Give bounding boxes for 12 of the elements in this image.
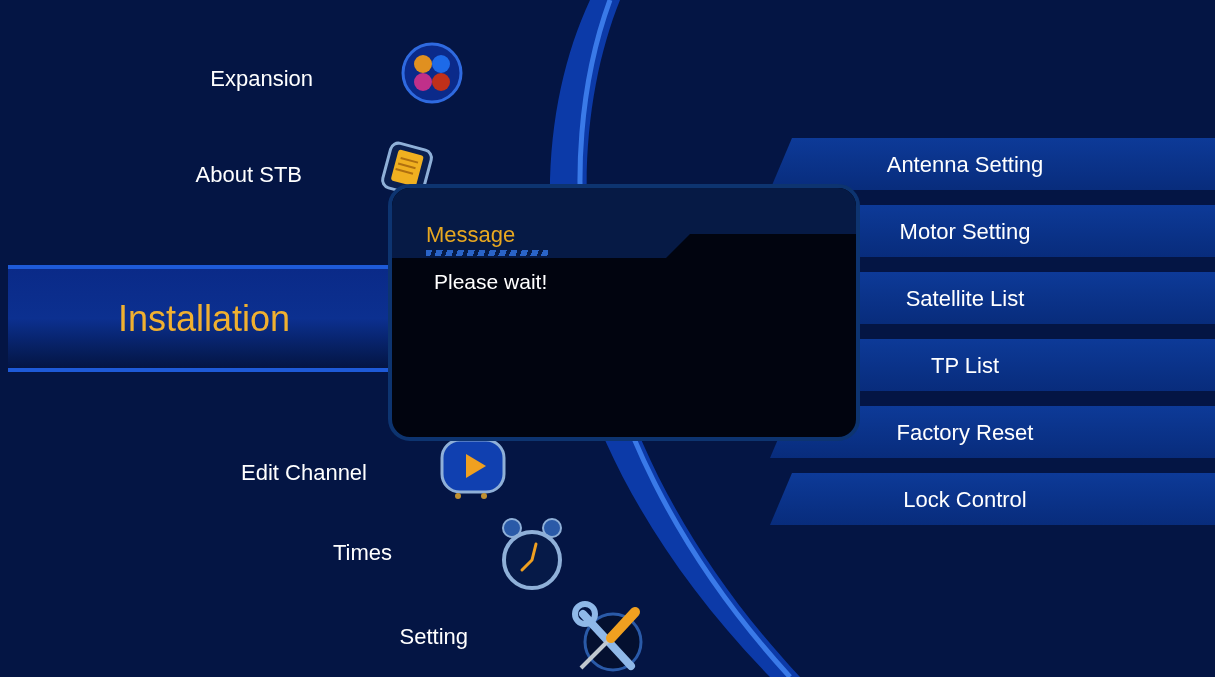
menu-label[interactable]: About STB [195, 158, 302, 191]
submenu-item[interactable]: Lock Control [770, 473, 1215, 525]
selected-menu-band[interactable]: Installation [8, 265, 388, 372]
menu-label[interactable]: Setting [399, 620, 468, 653]
submenu-item[interactable]: Antenna Setting [770, 138, 1215, 190]
colored-balls-icon [401, 42, 463, 104]
dialog-message: Please wait! [434, 269, 549, 295]
menu-label: Installation [118, 296, 291, 341]
menu-label[interactable]: Times [332, 536, 392, 569]
menu-label[interactable]: Edit Channel [241, 456, 367, 489]
menu-label[interactable]: Expansion [210, 62, 313, 95]
dialog-title: Message [426, 224, 516, 246]
